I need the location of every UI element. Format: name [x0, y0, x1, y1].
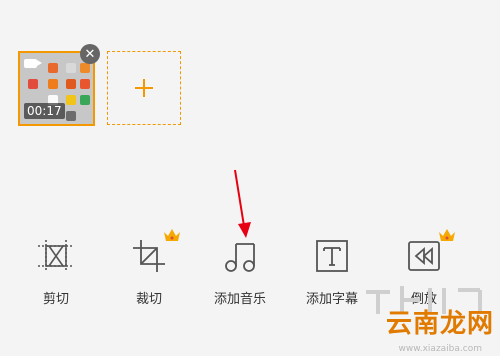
cut-icon — [36, 236, 76, 276]
watermark-brand: 云南龙网 — [385, 309, 494, 339]
text-icon — [312, 236, 352, 276]
watermark-url: www.xiazaiba.com — [398, 344, 482, 354]
tool-label: 剪切 — [42, 292, 69, 307]
video-camera-icon — [24, 59, 42, 68]
tool-add-music[interactable]: 添加音乐 — [200, 236, 280, 307]
tool-label: 添加音乐 — [213, 292, 266, 307]
close-icon[interactable]: ✕ — [80, 44, 100, 64]
add-clip-button[interactable] — [107, 51, 181, 125]
tool-cut[interactable]: 剪切 — [16, 236, 96, 307]
rewind-icon — [404, 229, 455, 276]
tool-crop[interactable]: 裁切 — [109, 229, 189, 307]
crown-icon — [439, 229, 455, 241]
clip-duration: 00:17 — [24, 103, 65, 119]
tool-label: 裁切 — [135, 292, 162, 307]
crown-icon — [164, 229, 180, 241]
tool-label: 添加字幕 — [305, 292, 358, 307]
annotation-arrow — [234, 169, 251, 238]
plus-icon — [135, 79, 153, 97]
crop-icon — [129, 229, 180, 276]
music-note-icon — [220, 236, 260, 276]
